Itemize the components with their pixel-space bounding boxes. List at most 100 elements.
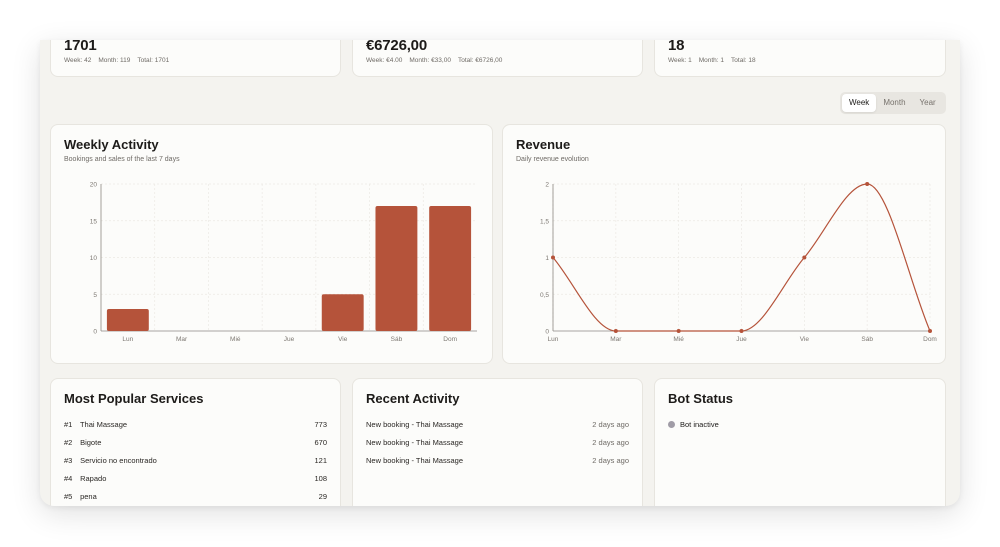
service-name: Servicio no encontrado (80, 456, 157, 465)
service-count: 108 (314, 474, 327, 483)
popular-services-card: Most Popular Services #1 Thai Massage 77… (50, 378, 341, 506)
stat-week: Week: 1 (668, 57, 692, 64)
stat-breakdown: Week: 1 Month: 1 Total: 18 (668, 57, 763, 64)
recent-activity-title: Recent Activity (366, 391, 460, 406)
y-tick-label: 0 (93, 329, 97, 336)
weekly-activity-card: Weekly Activity Bookings and sales of th… (50, 124, 493, 364)
stat-week: Week: €4.00 (366, 57, 403, 64)
activity-text: New booking - Thai Massage (366, 456, 463, 465)
period-week-button[interactable]: Week (842, 94, 877, 112)
bar (429, 206, 472, 331)
service-name: Thai Massage (79, 420, 128, 429)
x-tick-label: Mié (230, 336, 241, 343)
y-tick-label: 2 (545, 182, 549, 189)
stat-card-clients: 18 Week: 1 Month: 1 Total: 18 (654, 40, 946, 77)
activity-time: 2 days ago (592, 420, 629, 429)
recent-activity-card: Recent Activity New booking - Thai Massa… (352, 378, 643, 506)
service-name: Bigote (80, 438, 102, 447)
activity-text: New booking - Thai Massage (366, 420, 463, 429)
y-tick-label: 1,5 (540, 218, 549, 225)
stat-total: Total: €6726,00 (457, 57, 503, 64)
x-tick-label: Mié (673, 336, 684, 343)
stat-card-revenue: €6726,00 Week: €4.00 Month: €33,00 Total: … (352, 40, 643, 77)
x-tick-label: Jue (284, 336, 295, 343)
service-count: 29 (318, 492, 327, 501)
stat-week: Week: 42 (64, 57, 92, 64)
list-item: #2 Bigote 670 (64, 438, 327, 450)
y-tick-label: 5 (93, 292, 97, 299)
bot-status-title: Bot Status (668, 391, 733, 406)
list-item: #5 pena 29 (64, 492, 327, 504)
stat-value: €6726,00 (366, 40, 427, 54)
x-tick-label: Vie (338, 336, 348, 343)
bar (321, 294, 364, 331)
y-tick-label: 10 (90, 255, 98, 262)
x-tick-label: Sáb (861, 336, 873, 343)
revenue-card: Revenue Daily revenue evolution 0 0,5 1 1,5… (502, 124, 946, 364)
bot-status-row: Bot inactive (668, 420, 719, 429)
activity-text: New booking - Thai Massage (366, 438, 463, 447)
revenue-chart: 0 0,5 1 1,5 2 Lun Mar Mié Jue Vie Sáb Dom (540, 182, 937, 344)
stat-breakdown: Week: €4.00 Month: €33,00 Total: €6726,00 (366, 57, 509, 64)
list-item: #3 Servicio no encontrado 121 (64, 456, 327, 468)
list-item: New booking - Thai Massage 2 days ago (366, 456, 629, 468)
service-name: Rapado (80, 474, 107, 483)
x-tick-label: Vie (800, 336, 810, 343)
list-item: #1 Thai Massage 773 (64, 420, 327, 432)
y-tick-label: 0 (545, 329, 549, 336)
stat-breakdown: Week: 42 Month: 119 Total: 1701 (64, 57, 176, 64)
data-point (613, 329, 618, 333)
service-rank: #3 (64, 456, 73, 465)
data-point (928, 329, 932, 333)
x-tick-label: Sáb (391, 336, 403, 343)
period-toggle: Week Month Year (840, 92, 946, 114)
activity-time: 2 days ago (592, 456, 629, 465)
bot-status-text: Bot inactive (680, 420, 719, 429)
weekly-activity-chart: 0 5 10 15 20 Lun Mar Mié Jue Vie Sáb Dom (90, 182, 477, 343)
list-item: #4 Rapado 108 (64, 474, 327, 486)
data-point (551, 255, 555, 260)
y-tick-label: 15 (90, 218, 98, 225)
stat-card-bookings: 1701 Week: 42 Month: 119 Total: 1701 (50, 40, 341, 77)
stat-month: Month: €33,00 (409, 57, 451, 64)
stat-total: Total: 1701 (137, 57, 170, 64)
popular-services-title: Most Popular Services (64, 391, 204, 406)
data-point (739, 329, 744, 333)
y-tick-label: 1 (545, 255, 549, 262)
service-count: 670 (314, 438, 327, 447)
x-tick-label: Mar (176, 336, 188, 343)
bar (375, 206, 418, 331)
x-tick-label: Dom (443, 336, 457, 343)
service-name: pena (80, 492, 97, 501)
data-point (865, 182, 870, 186)
y-tick-label: 20 (90, 182, 98, 189)
bar (106, 308, 149, 331)
x-tick-label: Lun (548, 336, 559, 343)
y-tick-label: 0,5 (540, 292, 549, 299)
service-rank: #1 (64, 420, 73, 429)
service-count: 773 (314, 420, 327, 429)
data-point (802, 255, 807, 260)
stat-month: Month: 1 (698, 57, 725, 64)
bot-status-card: Bot Status Bot inactive (654, 378, 946, 506)
period-year-button[interactable]: Year (913, 94, 943, 112)
service-rank: #2 (64, 438, 73, 447)
service-rank: #5 (64, 492, 73, 501)
stat-month: Month: 119 (98, 57, 131, 64)
service-rank: #4 (64, 474, 73, 483)
x-tick-label: Dom (923, 336, 937, 343)
period-month-button[interactable]: Month (876, 94, 912, 112)
status-dot-icon (668, 421, 675, 428)
list-item: New booking - Thai Massage 2 days ago (366, 438, 629, 450)
list-item: New booking - Thai Massage 2 days ago (366, 420, 629, 432)
service-count: 121 (314, 456, 327, 465)
dashboard-window: 1701 Week: 42 Month: 119 Total: 1701 €6726… (40, 40, 960, 506)
data-point (676, 329, 681, 333)
activity-time: 2 days ago (592, 438, 629, 447)
stat-total: Total: 18 (731, 57, 756, 64)
stat-value: 1701 (64, 40, 97, 54)
x-tick-label: Lun (122, 336, 133, 343)
x-tick-label: Mar (610, 336, 622, 343)
stat-value: 18 (668, 40, 685, 54)
x-tick-label: Jue (736, 336, 747, 343)
